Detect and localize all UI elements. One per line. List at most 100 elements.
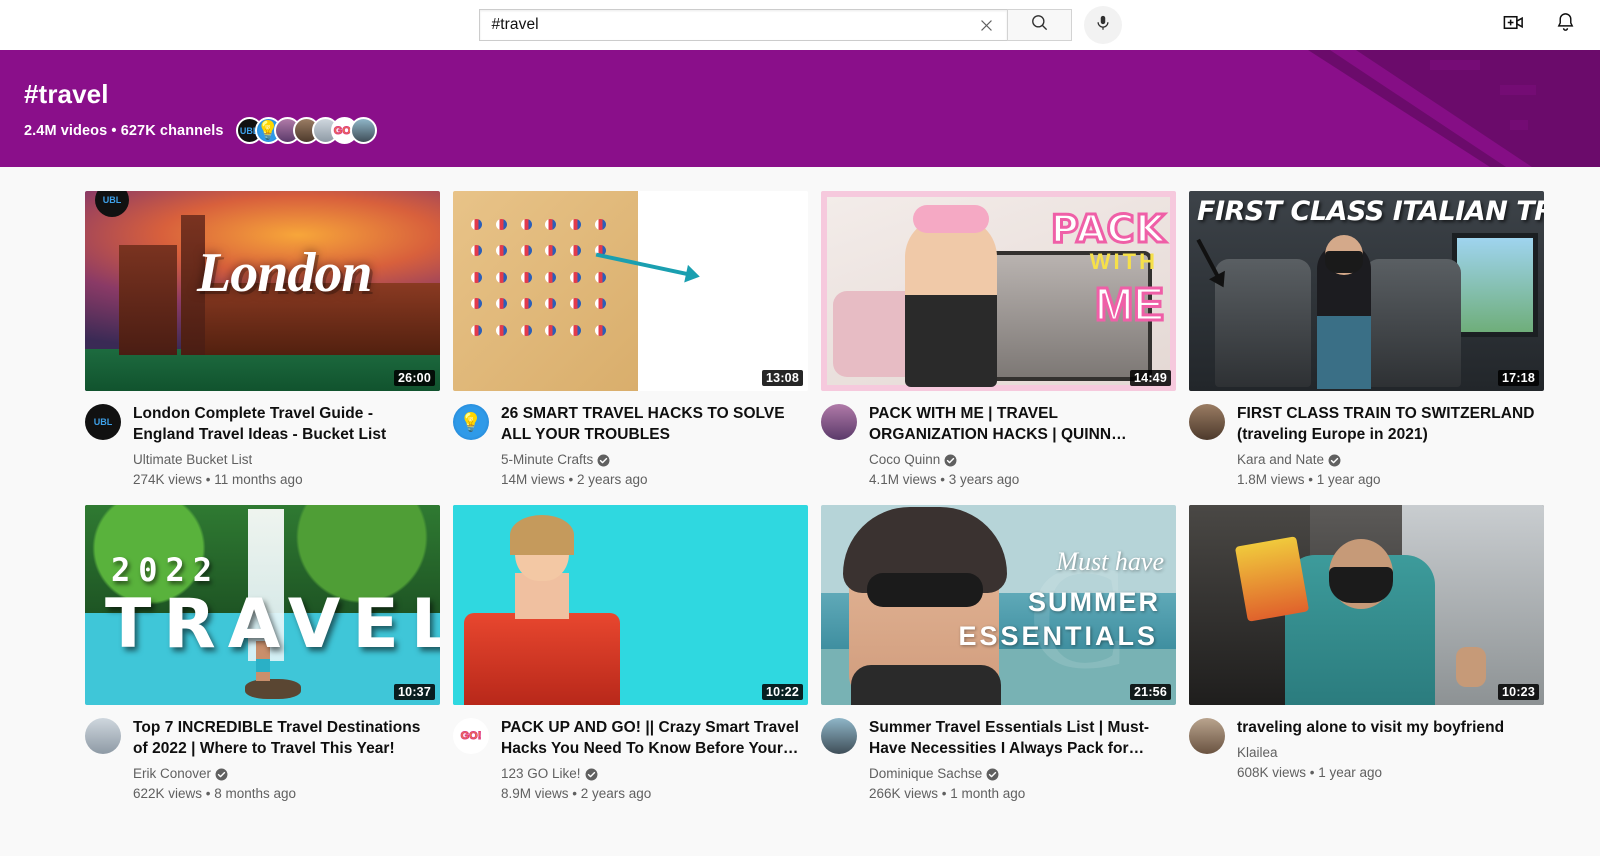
- video-thumbnail[interactable]: London 26:00: [85, 191, 440, 391]
- verified-badge-icon: [944, 454, 957, 467]
- channel-name[interactable]: Klailea: [1237, 744, 1278, 762]
- channel-avatar[interactable]: [821, 404, 857, 440]
- channel-name[interactable]: 123 GO Like!: [501, 765, 581, 783]
- video-title[interactable]: PACK WITH ME | TRAVEL ORGANIZATION HACKS…: [869, 403, 1170, 445]
- microphone-icon: [1094, 14, 1112, 37]
- thumbnail-image: London: [85, 191, 440, 391]
- video-thumbnail[interactable]: PACKWITHME 14:49: [821, 191, 1176, 391]
- video-meta: Summer Travel Essentials List | Must-Hav…: [821, 717, 1176, 803]
- voice-search-button[interactable]: [1084, 6, 1122, 44]
- banner-stats-row: 2.4M videos • 627K channels: [24, 117, 1600, 144]
- notifications-button[interactable]: [1552, 12, 1578, 38]
- channel-row: Coco Quinn: [869, 451, 1170, 469]
- page-title: #travel: [24, 78, 1600, 110]
- search-button[interactable]: [1007, 9, 1072, 41]
- video-meta: FIRST CLASS TRAIN TO SWITZERLAND (travel…: [1189, 403, 1544, 489]
- thumbnail-image: PACKWITHME: [821, 191, 1176, 391]
- video-card[interactable]: 10:23 traveling alone to visit my boyfri…: [1189, 505, 1544, 803]
- video-thumbnail[interactable]: CMust haveSUMMERESSENTIALS 21:56: [821, 505, 1176, 705]
- video-stats: 1.8M views • 1 year ago: [1237, 471, 1538, 489]
- verified-badge-icon: [1328, 454, 1341, 467]
- video-duration: 26:00: [394, 370, 435, 386]
- video-card[interactable]: FIRST CLASS ITALIAN TRAIN 17:18 FIRST CL…: [1189, 191, 1544, 489]
- video-meta: traveling alone to visit my boyfriend Kl…: [1189, 717, 1544, 782]
- thumbnail-image: [453, 505, 808, 705]
- video-thumbnail[interactable]: 13:08: [453, 191, 808, 391]
- video-duration: 17:18: [1498, 370, 1539, 386]
- video-stats: 14M views • 2 years ago: [501, 471, 802, 489]
- channel-name[interactable]: Kara and Nate: [1237, 451, 1324, 469]
- close-icon[interactable]: [973, 11, 1001, 39]
- video-stats: 266K views • 1 month ago: [869, 785, 1170, 803]
- video-title[interactable]: FIRST CLASS TRAIN TO SWITZERLAND (travel…: [1237, 403, 1538, 445]
- channel-avatar-stack[interactable]: [236, 117, 377, 144]
- video-card[interactable]: PACKWITHME 14:49 PACK WITH ME | TRAVEL O…: [821, 191, 1176, 489]
- verified-badge-icon: [215, 768, 228, 781]
- channel-row: Klailea: [1237, 744, 1538, 762]
- video-card[interactable]: London 26:00 London Complete Travel Guid…: [85, 191, 440, 489]
- video-card[interactable]: 10:22 PACK UP AND GO! || Crazy Smart Tra…: [453, 505, 808, 803]
- channel-name[interactable]: Coco Quinn: [869, 451, 940, 469]
- channel-row: Ultimate Bucket List: [133, 451, 434, 469]
- video-title[interactable]: London Complete Travel Guide - England T…: [133, 403, 434, 445]
- video-title[interactable]: Summer Travel Essentials List | Must-Hav…: [869, 717, 1170, 759]
- channel-name[interactable]: Dominique Sachse: [869, 765, 982, 783]
- video-text-block: PACK UP AND GO! || Crazy Smart Travel Ha…: [501, 717, 802, 803]
- hashtag-banner: #travel 2.4M videos • 627K channels: [0, 50, 1600, 167]
- video-thumbnail[interactable]: FIRST CLASS ITALIAN TRAIN 17:18: [1189, 191, 1544, 391]
- video-duration: 10:37: [394, 684, 435, 700]
- video-title[interactable]: 26 SMART TRAVEL HACKS TO SOLVE ALL YOUR …: [501, 403, 802, 445]
- hashtag-stats: 2.4M videos • 627K channels: [24, 123, 224, 139]
- video-camera-plus-icon: [1502, 11, 1525, 39]
- channel-avatar[interactable]: [821, 718, 857, 754]
- search-input[interactable]: #travel: [479, 9, 1007, 41]
- video-thumbnail[interactable]: 10:22: [453, 505, 808, 705]
- channel-name[interactable]: 5-Minute Crafts: [501, 451, 593, 469]
- video-card[interactable]: 2022TRAVEL 10:37 Top 7 INCREDIBLE Travel…: [85, 505, 440, 803]
- channel-row: 123 GO Like!: [501, 765, 802, 783]
- thumbnail-image: 2022TRAVEL: [85, 505, 440, 705]
- channel-avatar[interactable]: [85, 404, 121, 440]
- video-text-block: PACK WITH ME | TRAVEL ORGANIZATION HACKS…: [869, 403, 1170, 489]
- video-text-block: London Complete Travel Guide - England T…: [133, 403, 434, 489]
- video-title[interactable]: traveling alone to visit my boyfriend: [1237, 717, 1538, 738]
- video-meta: Top 7 INCREDIBLE Travel Destinations of …: [85, 717, 440, 803]
- thumbnail-image: FIRST CLASS ITALIAN TRAIN: [1189, 191, 1544, 391]
- video-text-block: traveling alone to visit my boyfriend Kl…: [1237, 717, 1538, 782]
- video-text-block: Top 7 INCREDIBLE Travel Destinations of …: [133, 717, 434, 803]
- search-box: #travel: [479, 9, 1072, 41]
- thumbnail-image: [1189, 505, 1544, 705]
- verified-badge-icon: [597, 454, 610, 467]
- verified-badge-icon: [986, 768, 999, 781]
- channel-name[interactable]: Erik Conover: [133, 765, 211, 783]
- video-meta: PACK WITH ME | TRAVEL ORGANIZATION HACKS…: [821, 403, 1176, 489]
- thumbnail-image: CMust haveSUMMERESSENTIALS: [821, 505, 1176, 705]
- channel-avatar[interactable]: [1189, 718, 1225, 754]
- video-card[interactable]: 13:08 26 SMART TRAVEL HACKS TO SOLVE ALL…: [453, 191, 808, 489]
- banner-avatar-channel-7[interactable]: [350, 117, 377, 144]
- video-text-block: Summer Travel Essentials List | Must-Hav…: [869, 717, 1170, 803]
- channel-avatar[interactable]: [85, 718, 121, 754]
- video-title[interactable]: Top 7 INCREDIBLE Travel Destinations of …: [133, 717, 434, 759]
- video-card[interactable]: CMust haveSUMMERESSENTIALS 21:56 Summer …: [821, 505, 1176, 803]
- video-duration: 21:56: [1130, 684, 1171, 700]
- channel-row: Erik Conover: [133, 765, 434, 783]
- video-title[interactable]: PACK UP AND GO! || Crazy Smart Travel Ha…: [501, 717, 802, 759]
- video-thumbnail[interactable]: 2022TRAVEL 10:37: [85, 505, 440, 705]
- video-results-area: London 26:00 London Complete Travel Guid…: [0, 167, 1600, 856]
- video-stats: 622K views • 8 months ago: [133, 785, 434, 803]
- thumbnail-channel-avatar: [95, 191, 129, 217]
- top-bar-actions: [1500, 0, 1578, 50]
- channel-name[interactable]: Ultimate Bucket List: [133, 451, 252, 469]
- channel-avatar[interactable]: [453, 404, 489, 440]
- video-grid: London 26:00 London Complete Travel Guid…: [0, 191, 1600, 803]
- search-input-value: #travel: [492, 10, 973, 40]
- channel-row: 5-Minute Crafts: [501, 451, 802, 469]
- video-meta: PACK UP AND GO! || Crazy Smart Travel Ha…: [453, 717, 808, 803]
- channel-avatar[interactable]: [1189, 404, 1225, 440]
- video-duration: 13:08: [762, 370, 803, 386]
- create-video-button[interactable]: [1500, 12, 1526, 38]
- video-thumbnail[interactable]: 10:23: [1189, 505, 1544, 705]
- channel-avatar[interactable]: [453, 718, 489, 754]
- search-icon: [1030, 13, 1049, 37]
